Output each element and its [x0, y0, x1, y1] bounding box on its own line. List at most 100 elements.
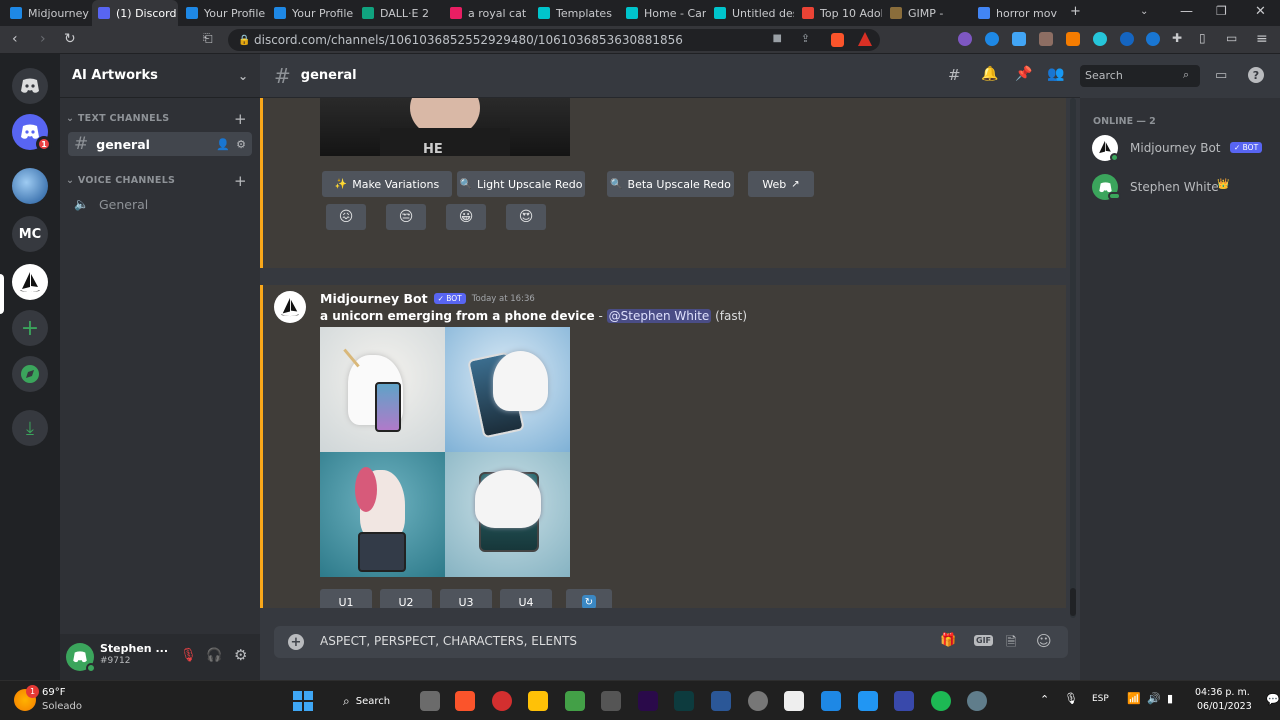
browser-menu-icon[interactable]: ≡ [1256, 31, 1268, 47]
emoji-picker-icon[interactable]: ☺ [1036, 632, 1052, 650]
grid-image-2[interactable] [445, 327, 570, 452]
url-field[interactable]: 🔒 discord.com/channels/10610368525529294… [228, 29, 880, 51]
mic-icon[interactable]: 🎙 [1064, 692, 1078, 705]
server-ai-artworks-icon[interactable] [12, 264, 48, 300]
file-explorer-icon[interactable] [528, 691, 548, 711]
channel-settings-icon[interactable]: ⚙ [236, 138, 246, 151]
gif-icon[interactable]: GIF [974, 635, 994, 646]
extension-icon-8[interactable] [1146, 32, 1160, 46]
bookmark-icon[interactable]: ⎗ [203, 31, 213, 46]
store-icon[interactable] [858, 691, 878, 711]
battery-icon[interactable]: ▮ [1167, 692, 1173, 705]
capcut-icon[interactable] [784, 691, 804, 711]
search-input[interactable]: Search ⌕ [1080, 65, 1200, 87]
extension-icon-6[interactable] [1093, 32, 1107, 46]
browser-tab[interactable]: Your Profile [180, 0, 266, 26]
member-list-icon[interactable]: 👥 [1047, 66, 1064, 82]
reaction-button[interactable]: 😖 [326, 204, 366, 230]
user-settings-icon[interactable]: ⚙ [234, 646, 247, 664]
browser-tab[interactable]: a royal cat ri [444, 0, 530, 26]
browser-tab[interactable]: Home - Canva [620, 0, 706, 26]
upload-plus-icon[interactable]: + [288, 634, 304, 650]
gift-icon[interactable]: 🎁 [940, 633, 956, 648]
button-make-variations[interactable]: ✨ Make Variations [322, 171, 452, 197]
server-discord-icon[interactable]: 1 [12, 114, 52, 152]
message-author[interactable]: Midjourney Bot [320, 291, 428, 306]
browser-tab[interactable]: GIMP - [884, 0, 970, 26]
close-window-icon[interactable]: ✕ [1255, 4, 1266, 19]
sticker-icon[interactable]: 🗎 [1006, 633, 1016, 655]
extension-icon-3[interactable] [1012, 32, 1026, 46]
taskbar-search[interactable]: ⌕ Search [333, 688, 397, 714]
app-icon-wave[interactable] [674, 691, 694, 711]
grid-image-1[interactable] [320, 327, 445, 452]
wifi-icon[interactable]: 📶 [1127, 692, 1141, 705]
add-text-channel-icon[interactable]: + [234, 110, 247, 128]
affinity-icon[interactable] [894, 691, 914, 711]
premiere-pro-icon[interactable] [638, 691, 658, 711]
wallet-icon[interactable]: ▭ [1226, 31, 1237, 45]
extension-icon-2[interactable] [985, 32, 999, 46]
reaction-button[interactable]: 😀 [446, 204, 486, 230]
camera-icon[interactable]: ■ [773, 33, 782, 44]
tray-chevron-icon[interactable]: ⌃ [1040, 693, 1049, 706]
davinci-icon[interactable] [711, 691, 731, 711]
task-view-icon[interactable] [420, 691, 440, 711]
add-server-icon[interactable]: + [12, 310, 48, 346]
message-composer[interactable]: + ASPECT, PERSPECT, CHARACTERS, ELENTS 🎁… [274, 626, 1068, 658]
category-voice-channels[interactable]: ⌄ VOICE CHANNELS [66, 175, 175, 186]
reload-icon[interactable]: ↻ [64, 31, 76, 47]
grid-image-4[interactable] [445, 452, 570, 577]
sidebar-icon[interactable]: ▯ [1199, 31, 1206, 45]
threads-icon[interactable]: # [948, 66, 961, 84]
volume-icon[interactable]: 🔊 [1147, 692, 1161, 705]
browser-tab[interactable]: DALL·E 2 [356, 0, 442, 26]
metamask-icon[interactable] [1066, 32, 1080, 46]
category-text-channels[interactable]: ⌄ TEXT CHANNELS [66, 113, 169, 124]
composer-input[interactable]: ASPECT, PERSPECT, CHARACTERS, ELENTS [320, 634, 577, 648]
previous-image[interactable]: HE [320, 98, 570, 156]
grid-image-3[interactable] [320, 452, 445, 577]
spotify-icon[interactable] [931, 691, 951, 711]
forward-icon[interactable]: › [40, 31, 46, 47]
help-icon[interactable]: ? [1248, 67, 1264, 83]
notifications-icon[interactable]: 💬 [1266, 693, 1280, 706]
browser-tab[interactable]: Untitled desi [708, 0, 794, 26]
channel-item-general[interactable]: # general 👤 ⚙ [68, 132, 252, 156]
share-icon[interactable]: ⇪ [801, 32, 810, 45]
minimize-icon[interactable]: — [1180, 4, 1193, 19]
mute-mic-icon[interactable]: 🎙 [180, 648, 197, 663]
brave-rewards-icon[interactable] [858, 32, 872, 46]
image-grid[interactable] [320, 327, 570, 577]
brave-browser-icon[interactable] [455, 691, 475, 711]
chat-scrollbar[interactable] [1070, 98, 1076, 618]
reaction-button[interactable]: 😍 [506, 204, 546, 230]
maximize-icon[interactable]: ❐ [1216, 4, 1227, 18]
member-item-stephen[interactable]: Stephen White 👑 [1088, 173, 1272, 201]
app-icon-photos[interactable] [821, 691, 841, 711]
download-apps-icon[interactable]: ⤓ [12, 410, 48, 446]
button-light-upscale-redo[interactable]: 🔍 Light Upscale Redo [457, 171, 585, 197]
camtasia-icon[interactable] [565, 691, 585, 711]
opera-icon[interactable] [492, 691, 512, 711]
inbox-icon[interactable]: ▭ [1215, 68, 1227, 83]
browser-tab[interactable]: Midjourney [4, 0, 90, 26]
upscale-button-u2[interactable]: U2 [380, 589, 432, 608]
upscale-button-u4[interactable]: U4 [500, 589, 552, 608]
pin-icon[interactable]: 📌 [1015, 66, 1032, 82]
server-mc-icon[interactable]: MC [12, 216, 48, 252]
notification-bell-icon[interactable]: 🔔 [981, 66, 998, 82]
member-item-midjourney[interactable]: Midjourney Bot ✓ BOT [1088, 134, 1272, 162]
back-icon[interactable]: ‹ [12, 31, 18, 47]
button-web[interactable]: Web ↗ [748, 171, 814, 197]
deafen-icon[interactable]: 🎧 [206, 648, 222, 663]
tab-search-icon[interactable]: ⌄ [1140, 6, 1148, 17]
server-shark-icon[interactable] [12, 168, 48, 204]
windows-start-icon[interactable] [293, 691, 313, 711]
browser-tab[interactable]: Top 10 Adob [796, 0, 882, 26]
channel-item-voice-general[interactable]: 🔈 General [68, 192, 252, 216]
browser-tab[interactable]: Templates [532, 0, 618, 26]
add-voice-channel-icon[interactable]: + [234, 172, 247, 190]
explore-servers-icon[interactable] [12, 356, 48, 392]
puzzle-icon[interactable]: ✚ [1172, 31, 1182, 45]
